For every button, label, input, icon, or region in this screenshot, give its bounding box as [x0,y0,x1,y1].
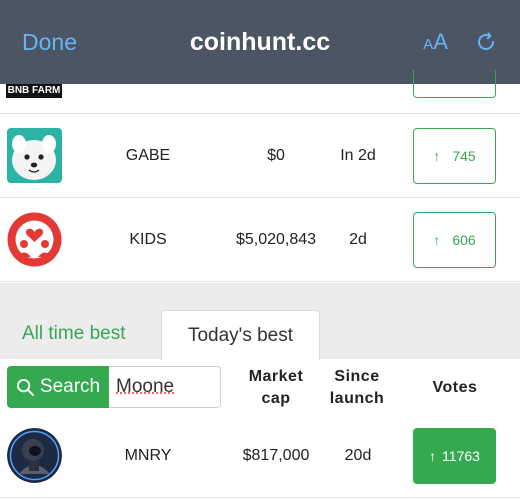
arrow-up-icon: ↑ [433,148,441,164]
text-size-button[interactable]: AA [423,29,448,55]
refresh-icon[interactable] [474,30,498,54]
token-symbol: KIDS [129,231,167,248]
table-row[interactable]: GABE $0 In 2d ↑ 745 [0,114,520,198]
launch-time: 20d [344,447,372,464]
toolbar-right: AA [423,29,498,55]
table-row[interactable]: MNRY $817,000 20d ↑ 11763 [0,414,520,498]
vote-button[interactable]: ↑ 745 [413,128,496,184]
column-header-since-launch: Since launch [329,368,385,407]
red-heart-people-logo-icon [7,212,62,267]
market-cap: $817,000 [242,447,310,464]
dog-avatar-icon [7,128,62,183]
launch-time: 2d [349,231,367,248]
vote-button[interactable]: ↑ 11763 [413,428,496,484]
token-symbol: MNRY [124,447,172,464]
vote-count: 11763 [442,448,480,464]
vote-count: 606 [452,232,476,248]
token-symbol: GABE [125,147,171,164]
vote-count: 745 [452,148,476,164]
vote-button-partial[interactable] [413,70,496,98]
launch-time: In 2d [340,147,376,164]
gabe-logo [7,128,62,183]
arrow-up-icon: ↑ [433,232,441,248]
vote-button[interactable]: ↑ 606 [413,212,496,268]
market-cap: $5,020,843 [235,231,317,248]
tab-todays-best[interactable]: Today's best [161,310,320,360]
search-input[interactable] [109,366,221,408]
market-cap: $0 [267,147,285,164]
column-header-votes: Votes [432,379,478,396]
table-row[interactable]: KIDS $5,020,843 2d ↑ 606 [0,198,520,282]
tab-all-time-best[interactable]: All time best [22,323,125,345]
kids-logo [7,212,62,267]
column-header-market-cap: Market cap [248,368,304,407]
search-button[interactable]: Search [7,366,109,408]
mnry-logo [7,428,62,483]
search-button-label: Search [39,376,101,397]
arrow-up-icon: ↑ [429,448,437,464]
search-group: Search [7,366,221,408]
search-icon [16,378,34,396]
astronaut-avatar-icon [7,428,62,483]
table-row-partial: BNB FARM [0,70,520,114]
bnb-farm-logo: BNB FARM [6,84,62,98]
done-button[interactable]: Done [22,29,77,56]
